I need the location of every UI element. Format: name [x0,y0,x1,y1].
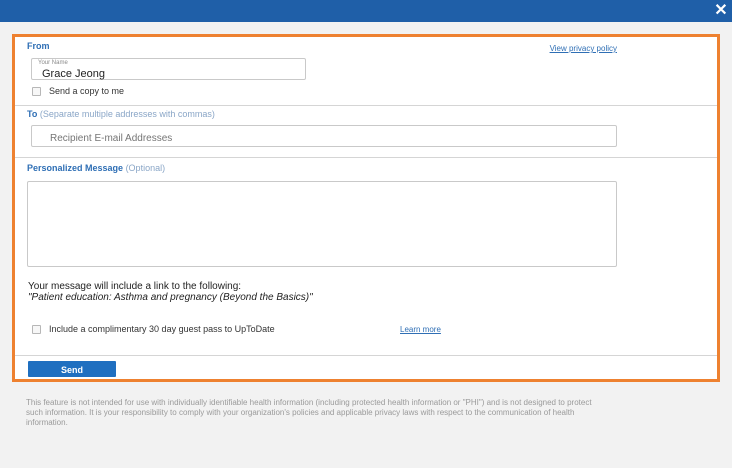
message-label: Personalized Message (Optional) [27,163,165,173]
to-hint: (Separate multiple addresses with commas… [39,109,215,119]
message-hint: (Optional) [125,163,166,173]
message-label-text: Personalized Message [27,163,124,173]
send-copy-checkbox[interactable] [32,87,41,96]
send-copy-label: Send a copy to me [49,86,125,96]
to-label-text: To [27,109,38,119]
topic-title-text: "Patient education: Asthma and pregnancy… [28,292,313,303]
send-button[interactable]: Send [28,361,116,377]
guest-pass-label: Include a complimentary 30 day guest pas… [49,324,275,334]
personalized-message-textarea[interactable] [27,181,617,267]
from-label: From [27,41,50,51]
to-label: To (Separate multiple addresses with com… [27,109,215,119]
your-name-caption: Your Name [38,60,68,66]
learn-more-link[interactable]: Learn more [400,325,441,334]
guest-pass-checkbox[interactable] [32,325,41,334]
include-info-text: Your message will include a link to the … [28,281,242,292]
send-section [15,355,717,383]
your-name-field[interactable]: Your Name Grace Jeong [31,58,306,80]
recipient-email-input[interactable] [31,125,617,147]
share-form: From View privacy policy Your Name Grace… [12,34,720,382]
privacy-policy-link[interactable]: View privacy policy [550,44,617,53]
dialog-title-bar: ✕ [0,0,732,22]
from-section: From View privacy policy Your Name Grace… [15,37,717,106]
email-dialog-page: ✕ From View privacy policy Your Name Gra… [0,0,732,468]
close-icon[interactable]: ✕ [710,0,732,22]
your-name-value: Grace Jeong [42,68,105,80]
phi-disclaimer-text: This feature is not intended for use wit… [26,398,592,427]
